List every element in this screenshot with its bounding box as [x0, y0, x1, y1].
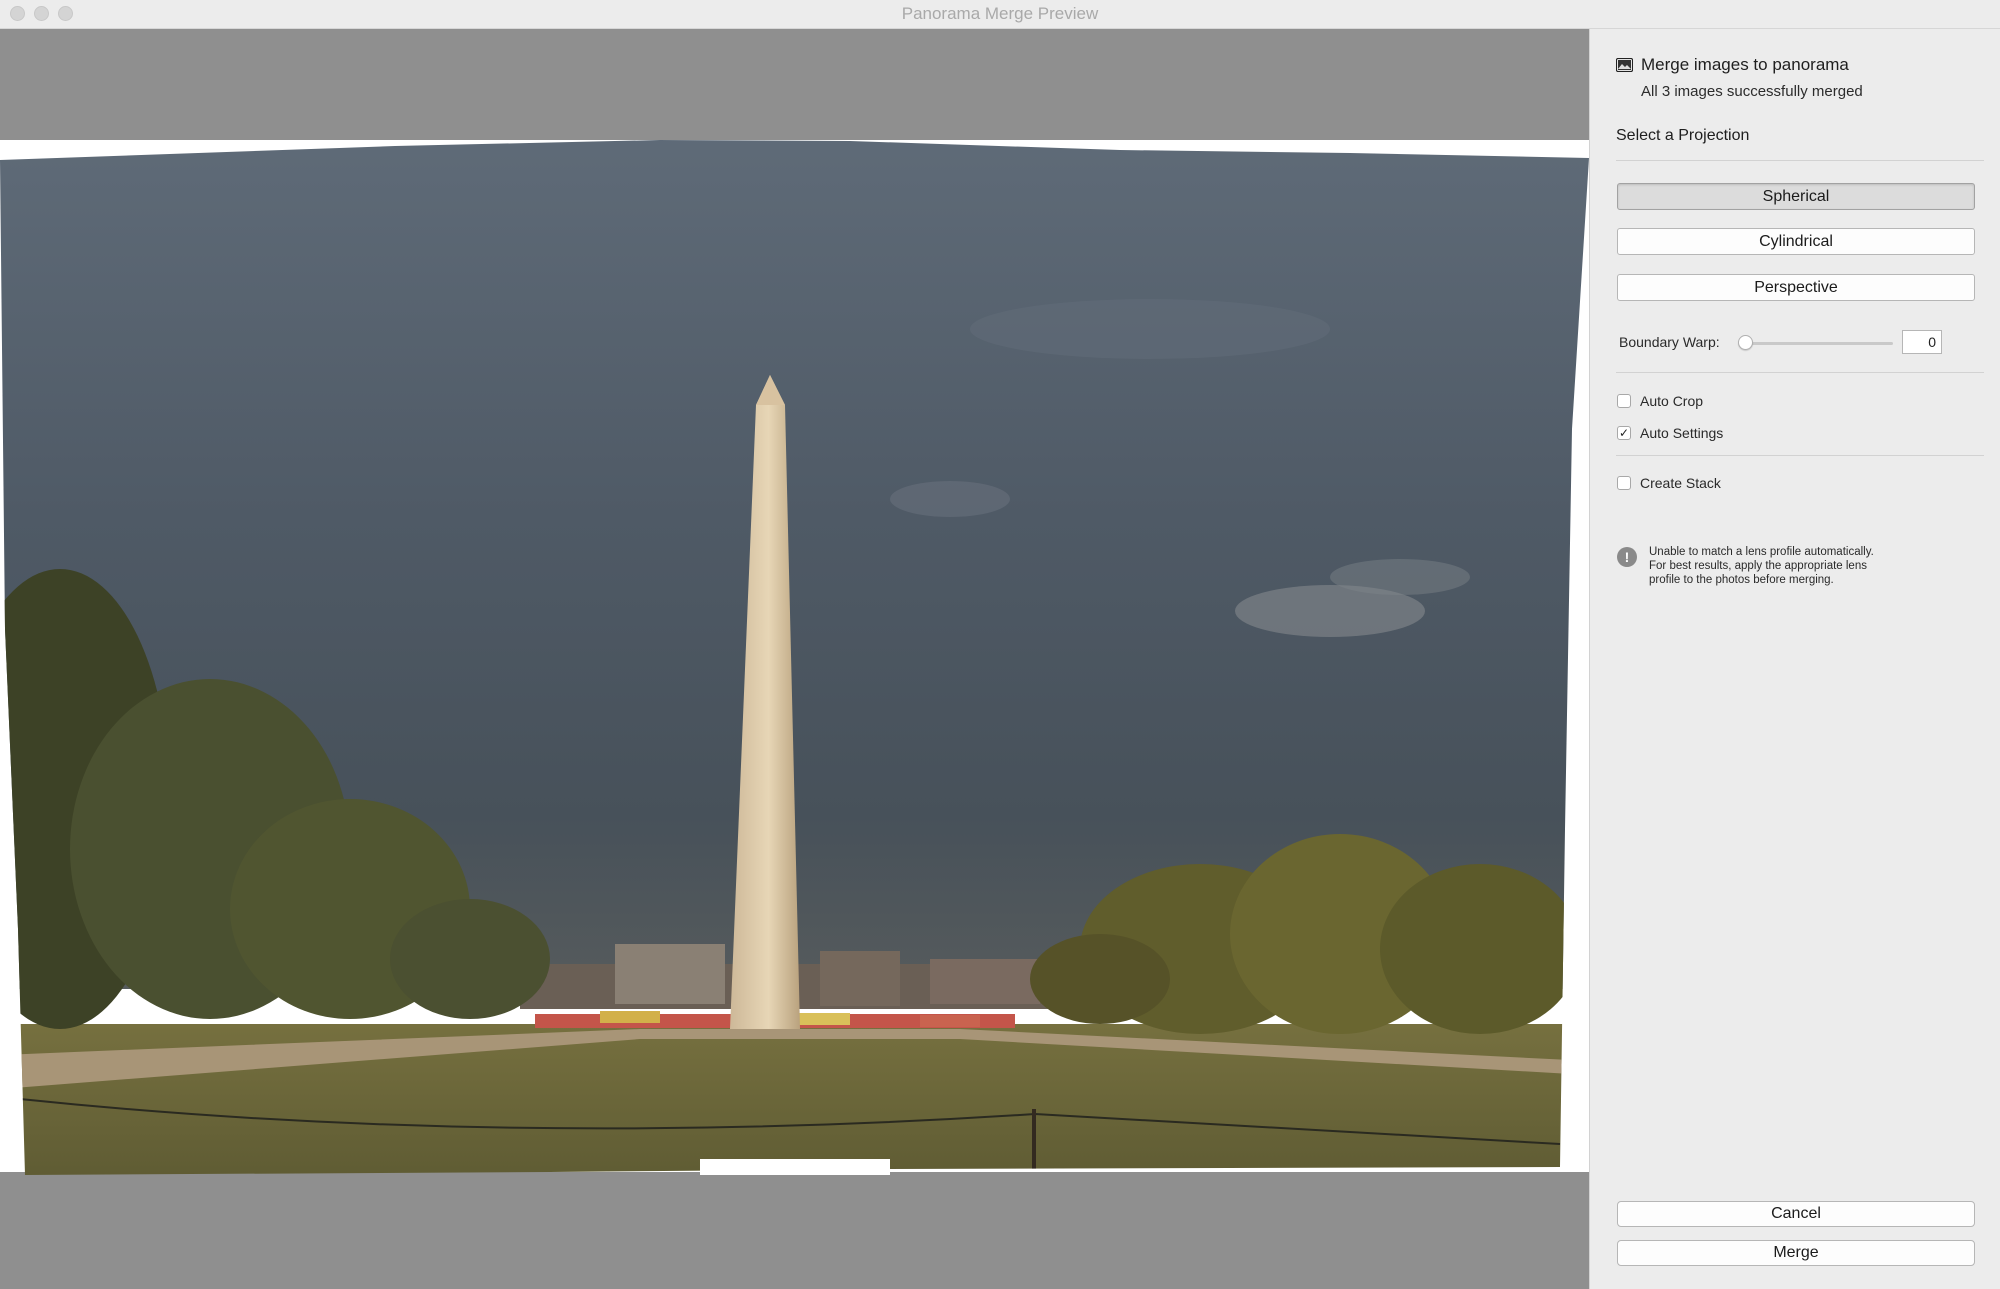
warning-text: Unable to match a lens profile automatic…: [1649, 545, 1909, 587]
panel-header: Merge images to panorama All 3 images su…: [1616, 55, 1863, 100]
warning-line: profile to the photos before merging.: [1649, 574, 1834, 586]
close-window-button[interactable]: [10, 6, 25, 21]
boundary-warp-row: Boundary Warp:: [1619, 330, 1991, 356]
boundary-warp-slider-track[interactable]: [1743, 342, 1893, 345]
spherical-button[interactable]: Spherical: [1617, 183, 1975, 210]
auto-settings-checkbox[interactable]: ✓: [1617, 426, 1631, 440]
create-stack-checkbox[interactable]: [1617, 476, 1631, 490]
panorama-preview-image: [0, 140, 1589, 1175]
merge-status-text: All 3 images successfully merged: [1641, 83, 1863, 100]
auto-crop-option[interactable]: Auto Crop: [1617, 393, 1703, 409]
checkmark-icon: ✓: [1618, 426, 1630, 440]
cancel-button[interactable]: Cancel: [1617, 1201, 1975, 1227]
perspective-button[interactable]: Perspective: [1617, 274, 1975, 301]
auto-settings-label: Auto Settings: [1640, 425, 1724, 441]
boundary-warp-input[interactable]: [1902, 330, 1942, 354]
lens-profile-warning: ! Unable to match a lens profile automat…: [1617, 545, 1909, 587]
panorama-icon: [1616, 58, 1633, 72]
warning-line: Unable to match a lens profile automatic…: [1649, 546, 1874, 558]
create-stack-label: Create Stack: [1640, 475, 1721, 491]
warning-line: For best results, apply the appropriate …: [1649, 560, 1867, 572]
create-stack-option[interactable]: Create Stack: [1617, 475, 1721, 491]
warning-icon: !: [1617, 547, 1637, 567]
window-controls: [10, 6, 73, 21]
projection-section-label: Select a Projection: [1616, 127, 1750, 144]
merge-button[interactable]: Merge: [1617, 1240, 1975, 1266]
cylindrical-button[interactable]: Cylindrical: [1617, 228, 1975, 255]
auto-crop-label: Auto Crop: [1640, 393, 1704, 409]
auto-crop-checkbox[interactable]: [1617, 394, 1631, 408]
divider: [1616, 160, 1984, 161]
title-bar: Panorama Merge Preview: [0, 0, 2000, 29]
zoom-window-button[interactable]: [58, 6, 73, 21]
merge-options-panel: Merge images to panorama All 3 images su…: [1589, 29, 2000, 1289]
minimize-window-button[interactable]: [34, 6, 49, 21]
boundary-warp-label: Boundary Warp:: [1619, 334, 1720, 350]
window-title: Panorama Merge Preview: [901, 4, 1099, 23]
panel-title: Merge images to panorama: [1641, 55, 1849, 74]
divider: [1616, 372, 1984, 373]
auto-settings-option[interactable]: ✓ Auto Settings: [1617, 425, 1723, 441]
panorama-preview-area: [0, 29, 1589, 1289]
divider: [1616, 455, 1984, 456]
boundary-warp-slider-thumb[interactable]: [1738, 335, 1753, 350]
